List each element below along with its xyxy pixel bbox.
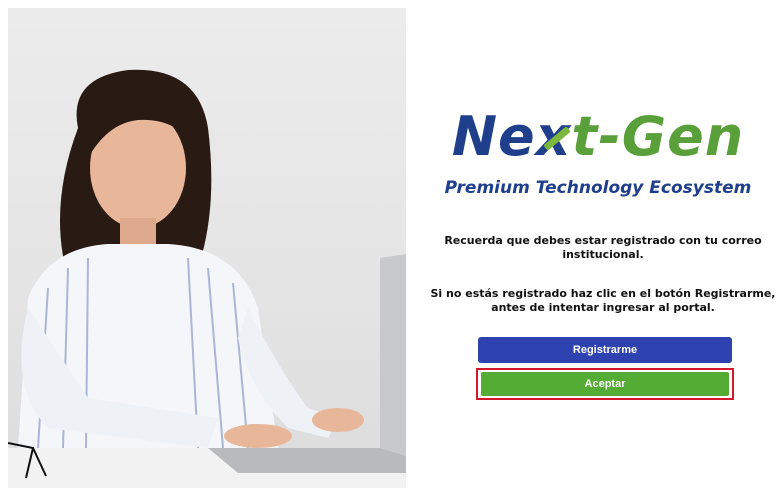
- photo-illustration: [8, 69, 406, 488]
- logo-text-x: x: [535, 105, 572, 168]
- register-button[interactable]: Registrarme: [478, 337, 732, 363]
- info-message-email: Recuerda que debes estar registrado con …: [444, 234, 762, 261]
- login-panel: Next-Gen Premium Technology Ecosystem Re…: [420, 0, 776, 494]
- info-message-register: Si no estás registrado haz clic en el bo…: [430, 287, 776, 314]
- nextgen-logo: Next-Gen: [420, 106, 776, 168]
- logo-text-part2: t-Gen: [571, 105, 745, 168]
- accept-button[interactable]: Aceptar: [481, 372, 729, 396]
- woman-laptop-photo: [8, 8, 406, 488]
- logo-text-part1: Ne: [451, 105, 536, 168]
- logo-tagline: Premium Technology Ecosystem: [444, 178, 752, 198]
